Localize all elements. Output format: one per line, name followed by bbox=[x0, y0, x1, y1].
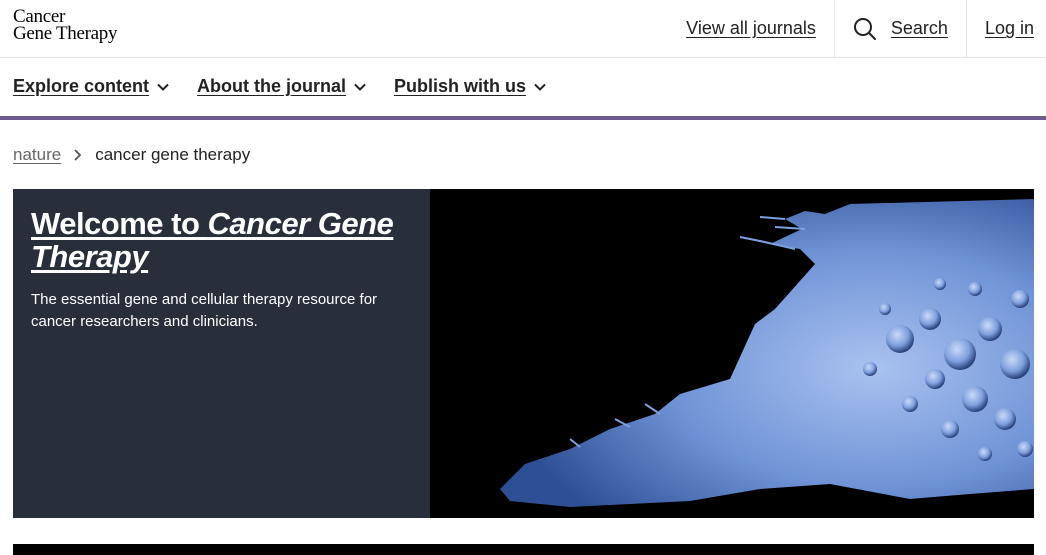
login-link[interactable]: Log in bbox=[965, 0, 1046, 57]
site-header: Cancer Gene Therapy View all journals Se… bbox=[0, 0, 1046, 58]
section-divider bbox=[13, 544, 1034, 555]
search-icon bbox=[853, 17, 876, 40]
hero-title-prefix: Welcome to bbox=[31, 206, 208, 241]
nav-explore-content[interactable]: Explore content bbox=[13, 76, 169, 97]
nav-about-journal[interactable]: About the journal bbox=[197, 76, 366, 97]
breadcrumb-nature-link[interactable]: nature bbox=[13, 145, 61, 165]
header-links: View all journals Search Log in bbox=[674, 0, 1046, 57]
hero-text-panel: Welcome to Cancer Gene Therapy The essen… bbox=[13, 189, 430, 518]
chevron-right-icon bbox=[74, 149, 82, 161]
hero-description: The essential gene and cellular therapy … bbox=[31, 291, 378, 330]
view-all-journals-link[interactable]: View all journals bbox=[674, 0, 834, 57]
hero-title-link[interactable]: Welcome to Cancer Gene Therapy bbox=[31, 206, 394, 274]
breadcrumb: nature cancer gene therapy bbox=[13, 145, 250, 165]
nav-item-label: Publish with us bbox=[394, 76, 527, 96]
search-button[interactable]: Search bbox=[833, 0, 966, 57]
nav-item-label: Explore content bbox=[13, 76, 150, 96]
journal-logo[interactable]: Cancer Gene Therapy bbox=[13, 7, 118, 44]
search-label: Search bbox=[890, 18, 948, 38]
chevron-down-icon bbox=[534, 83, 546, 91]
hero-banner: Welcome to Cancer Gene Therapy The essen… bbox=[13, 189, 1034, 518]
nav-publish-with-us[interactable]: Publish with us bbox=[394, 76, 546, 97]
cancer-cell-image bbox=[430, 189, 1034, 518]
chevron-down-icon bbox=[157, 83, 169, 91]
breadcrumb-current: cancer gene therapy bbox=[95, 145, 251, 164]
chevron-down-icon bbox=[354, 83, 366, 91]
logo-line-2: Gene Therapy bbox=[13, 23, 118, 44]
nav-item-label: About the journal bbox=[197, 76, 347, 96]
main-nav: Explore content About the journal Publis… bbox=[0, 58, 1046, 120]
